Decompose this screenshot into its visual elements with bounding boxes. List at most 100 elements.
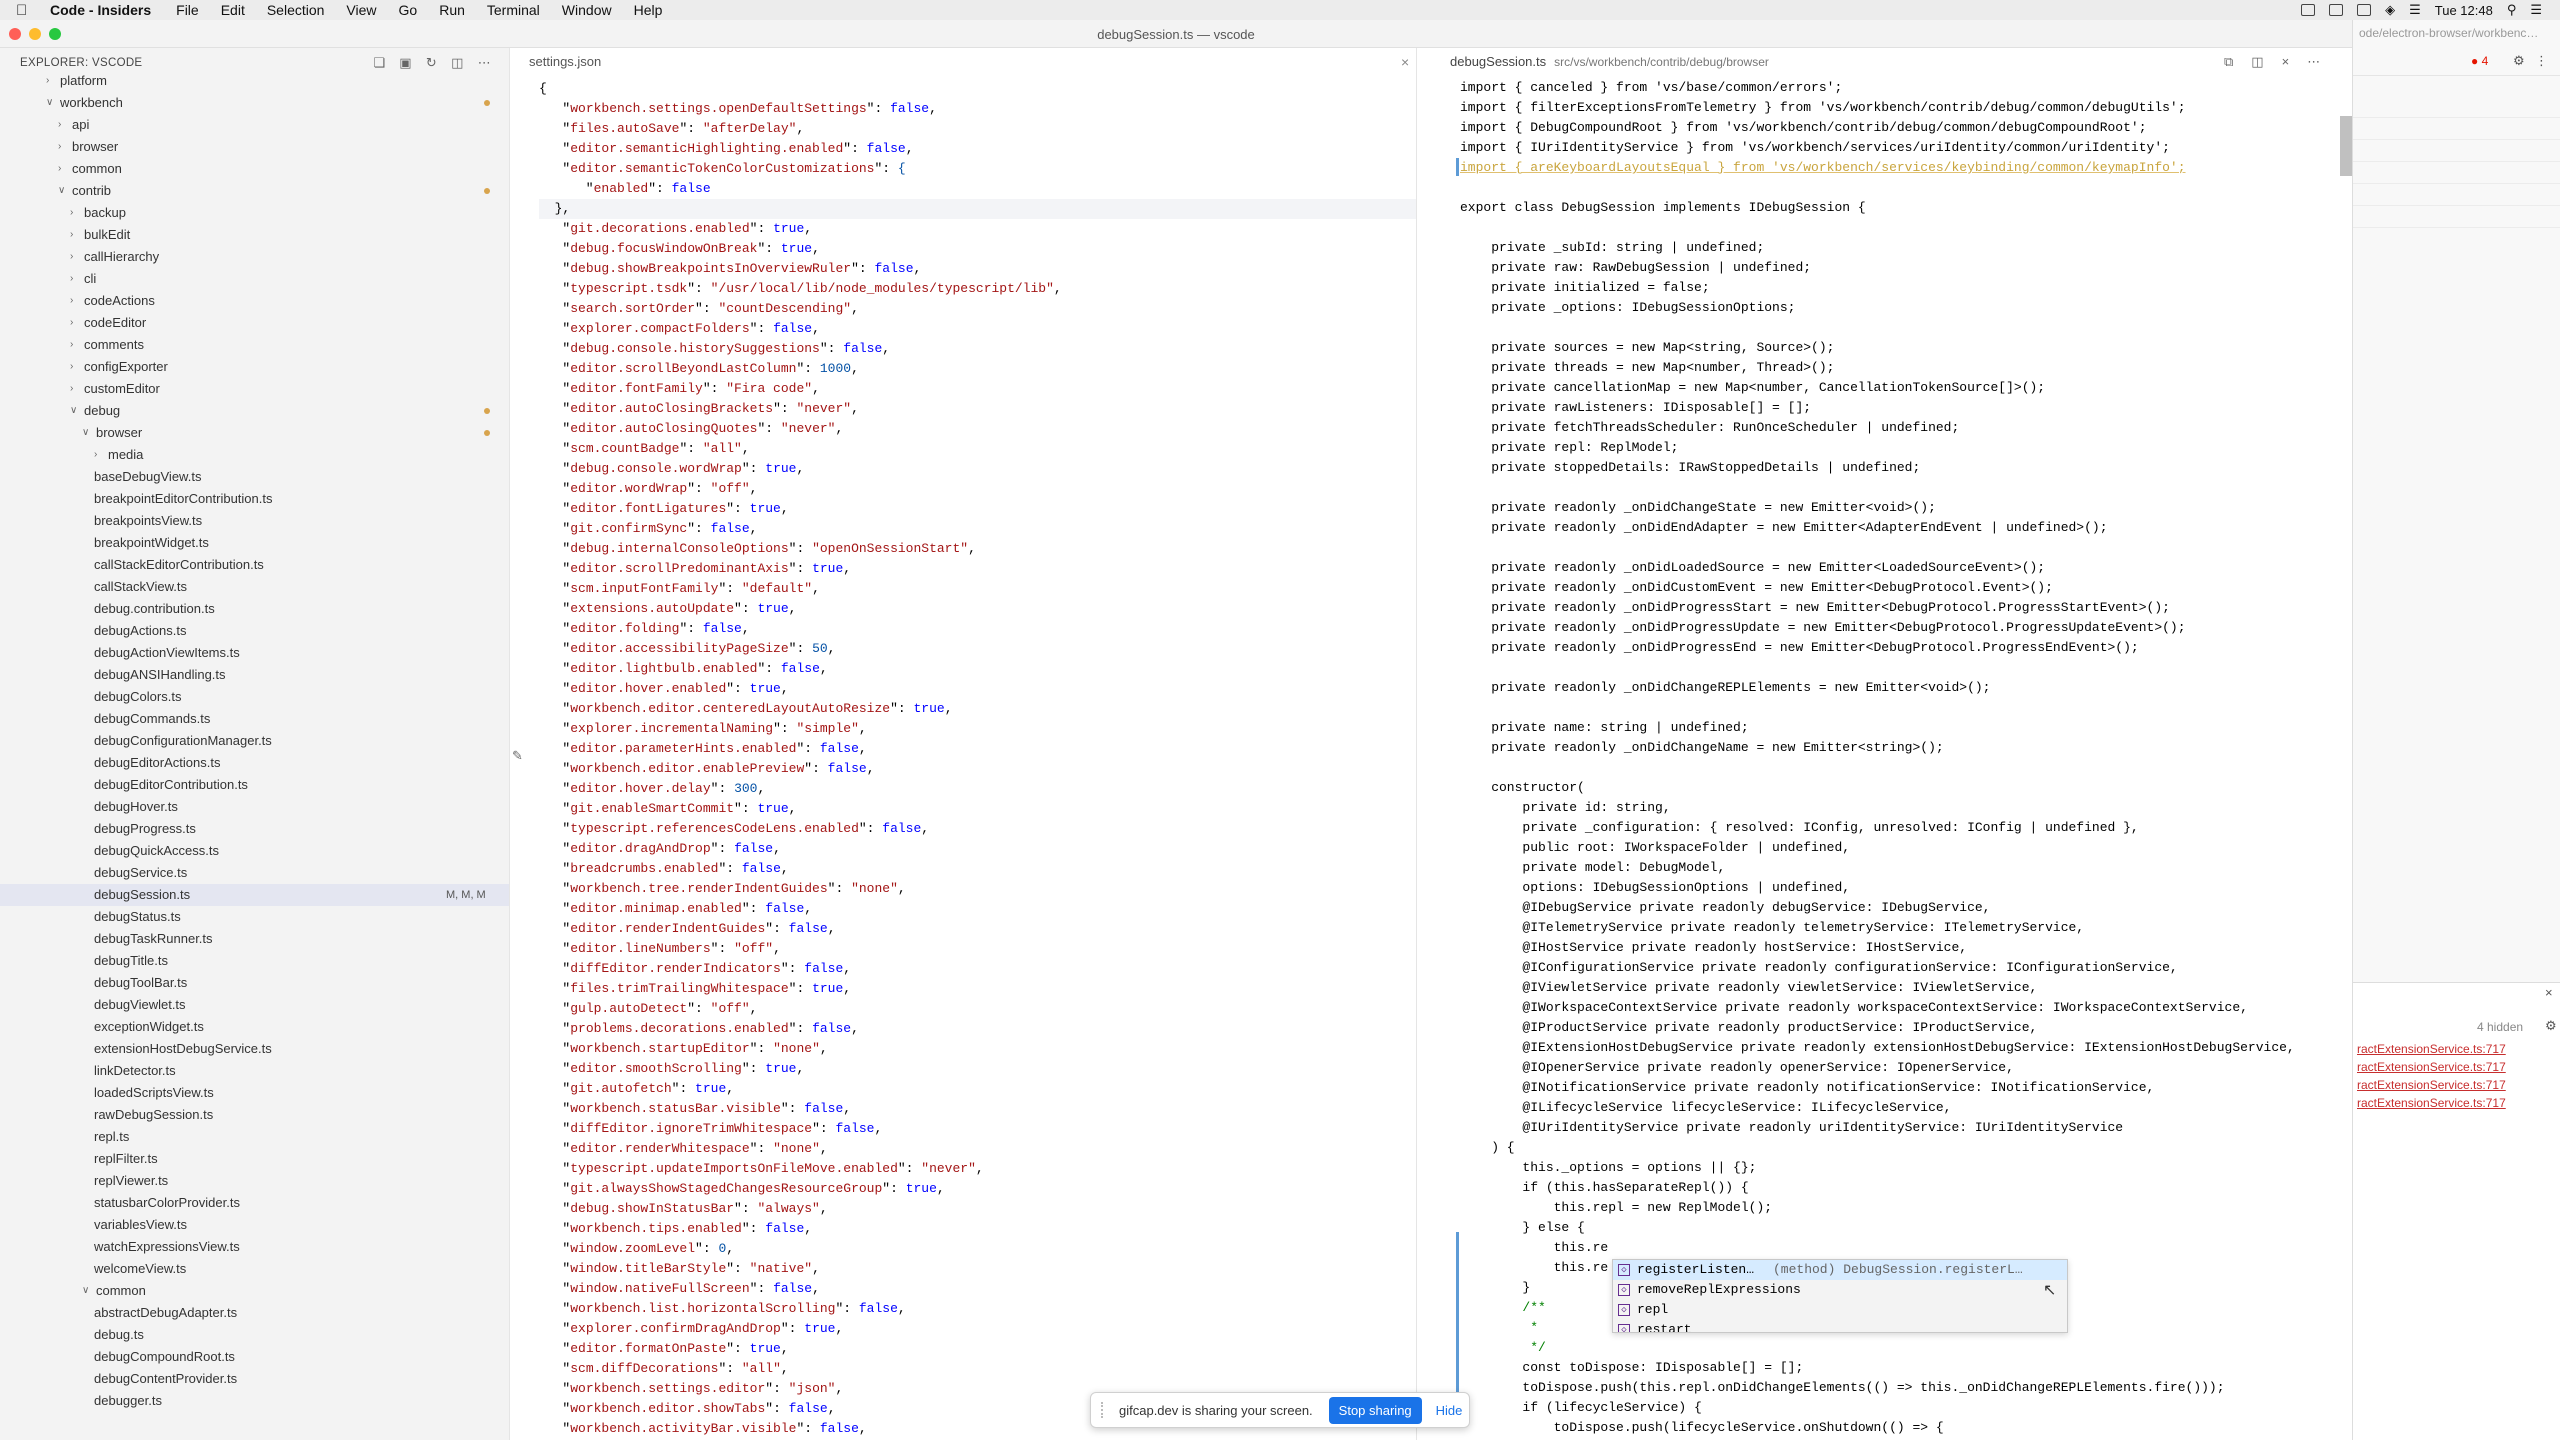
file-item[interactable]: exceptionWidget.ts [0, 1016, 509, 1038]
editor-tab[interactable]: debugSession.ts src/vs/workbench/contrib… [1434, 48, 2354, 76]
suggestion-item[interactable]: ◇ removeReplExpressions [1613, 1280, 2067, 1300]
folder-item[interactable]: › customEditor [0, 378, 509, 400]
editor-more-icon[interactable]: ⋯ [2307, 48, 2320, 76]
control-center-icon[interactable]: ☰ [2409, 2, 2421, 18]
hide-button[interactable]: Hide [1436, 1403, 1463, 1418]
file-item[interactable]: debugTaskRunner.ts [0, 928, 509, 950]
file-item[interactable]: baseDebugView.ts [0, 466, 509, 488]
settings-tab[interactable]: settings.json × [511, 48, 1416, 76]
file-item[interactable]: debugCommands.ts [0, 708, 509, 730]
menu-run[interactable]: Run [439, 2, 465, 18]
folder-item[interactable]: › comments [0, 334, 509, 356]
file-item[interactable]: debugActions.ts [0, 620, 509, 642]
file-item[interactable]: debug.contribution.ts [0, 598, 509, 620]
file-item[interactable]: breakpointWidget.ts [0, 532, 509, 554]
file-item[interactable]: breakpointsView.ts [0, 510, 509, 532]
menu-file[interactable]: File [176, 2, 199, 18]
folder-item[interactable]: › platform [0, 70, 509, 92]
folder-item[interactable]: › media [0, 444, 509, 466]
menu-go[interactable]: Go [399, 2, 418, 18]
menu-edit[interactable]: Edit [221, 2, 245, 18]
folder-item[interactable]: › callHierarchy [0, 246, 509, 268]
source-link[interactable]: ractExtensionService.ts:717 [2357, 1096, 2506, 1110]
menu-view[interactable]: View [346, 2, 376, 18]
file-item[interactable]: callStackView.ts [0, 576, 509, 598]
file-item[interactable]: debugActionViewItems.ts [0, 642, 509, 664]
folder-item[interactable]: › cli [0, 268, 509, 290]
split-editor-icon[interactable]: ◫ [2251, 48, 2263, 76]
suggestion-item[interactable]: ◇ repl [1613, 1300, 2067, 1320]
folder-item[interactable]: ∨ contrib [0, 180, 509, 202]
file-item[interactable]: debugEditorContribution.ts [0, 774, 509, 796]
close-tab-icon[interactable]: × [1401, 48, 1409, 76]
menu-window[interactable]: Window [562, 2, 612, 18]
file-item[interactable]: replViewer.ts [0, 1170, 509, 1192]
menu-terminal[interactable]: Terminal [487, 2, 540, 18]
battery-icon[interactable] [2357, 4, 2372, 16]
file-item[interactable]: debugConfigurationManager.ts [0, 730, 509, 752]
suggestion-item[interactable]: ◇ restart [1613, 1320, 2067, 1332]
app-name[interactable]: Code - Insiders [50, 2, 151, 18]
drag-handle-icon[interactable] [1101, 1402, 1107, 1418]
file-item[interactable]: variablesView.ts [0, 1214, 509, 1236]
file-item[interactable]: debugQuickAccess.ts [0, 840, 509, 862]
file-item[interactable]: debugger.ts [0, 1390, 509, 1412]
file-item[interactable]: debugViewlet.ts [0, 994, 509, 1016]
file-item[interactable]: debugCompoundRoot.ts [0, 1346, 509, 1368]
close-panel-icon[interactable]: × [2545, 985, 2553, 1000]
folder-item[interactable]: › backup [0, 202, 509, 224]
new-folder-icon[interactable]: ▣ [399, 55, 412, 71]
folder-item[interactable]: › configExporter [0, 356, 509, 378]
source-link[interactable]: ractExtensionService.ts:717 [2357, 1078, 2506, 1092]
folder-item[interactable]: › api [0, 114, 509, 136]
file-item[interactable]: debugService.ts [0, 862, 509, 884]
file-item[interactable]: callStackEditorContribution.ts [0, 554, 509, 576]
status-app-icon[interactable] [2301, 4, 2316, 16]
folder-item[interactable]: ∨ workbench [0, 92, 509, 114]
console-settings-icon[interactable]: ⚙ [2545, 1018, 2557, 1034]
file-item[interactable]: loadedScriptsView.ts [0, 1082, 509, 1104]
collapse-all-icon[interactable]: ◫ [451, 55, 464, 71]
spotlight-icon[interactable]: ⚲ [2507, 2, 2517, 18]
refresh-icon[interactable]: ↻ [426, 55, 437, 71]
file-item[interactable]: statusbarColorProvider.ts [0, 1192, 509, 1214]
close-editor-icon[interactable]: × [2282, 48, 2290, 76]
folder-item[interactable]: ∨ browser [0, 422, 509, 444]
file-item[interactable]: watchExpressionsView.ts [0, 1236, 509, 1258]
menu-help[interactable]: Help [634, 2, 663, 18]
file-item[interactable]: extensionHostDebugService.ts [0, 1038, 509, 1060]
file-item[interactable]: debugToolBar.ts [0, 972, 509, 994]
folder-item[interactable]: › bulkEdit [0, 224, 509, 246]
file-item[interactable]: replFilter.ts [0, 1148, 509, 1170]
folder-item[interactable]: › browser [0, 136, 509, 158]
file-item[interactable]: rawDebugSession.ts [0, 1104, 509, 1126]
folder-item[interactable]: ∨ common [0, 1280, 509, 1302]
folder-item[interactable]: › codeActions [0, 290, 509, 312]
file-item[interactable]: debugSession.ts M, M, M [0, 884, 509, 906]
wifi-icon[interactable]: ◈ [2385, 2, 2395, 18]
file-item[interactable]: welcomeView.ts [0, 1258, 509, 1280]
folder-item[interactable]: ∨ debug [0, 400, 509, 422]
menubar-clock[interactable]: Tue 12:48 [2435, 3, 2493, 18]
file-item[interactable]: repl.ts [0, 1126, 509, 1148]
source-link[interactable]: ractExtensionService.ts:717 [2357, 1060, 2506, 1074]
menu-selection[interactable]: Selection [267, 2, 325, 18]
folder-item[interactable]: › codeEditor [0, 312, 509, 334]
more-icon[interactable]: ⋮ [2535, 53, 2548, 69]
file-item[interactable]: debugContentProvider.ts [0, 1368, 509, 1390]
apple-icon[interactable]:  [16, 2, 38, 19]
settings-gear-icon[interactable]: ⚙ [2513, 53, 2525, 69]
file-item[interactable]: debugANSIHandling.ts [0, 664, 509, 686]
source-link[interactable]: ractExtensionService.ts:717 [2357, 1042, 2506, 1056]
file-item[interactable]: debugTitle.ts [0, 950, 509, 972]
more-actions-icon[interactable]: ⋯ [478, 55, 491, 71]
file-item[interactable]: debugHover.ts [0, 796, 509, 818]
folder-item[interactable]: › common [0, 158, 509, 180]
file-item[interactable]: debugColors.ts [0, 686, 509, 708]
file-item[interactable]: abstractDebugAdapter.ts [0, 1302, 509, 1324]
notification-center-icon[interactable]: ☰ [2530, 2, 2542, 18]
settings-code[interactable]: { "workbench.settings.openDefaultSetting… [539, 79, 1416, 1439]
error-count[interactable]: ● 4 [2471, 54, 2488, 68]
open-changes-icon[interactable]: ⧉ [2224, 48, 2233, 76]
file-item[interactable]: debug.ts [0, 1324, 509, 1346]
